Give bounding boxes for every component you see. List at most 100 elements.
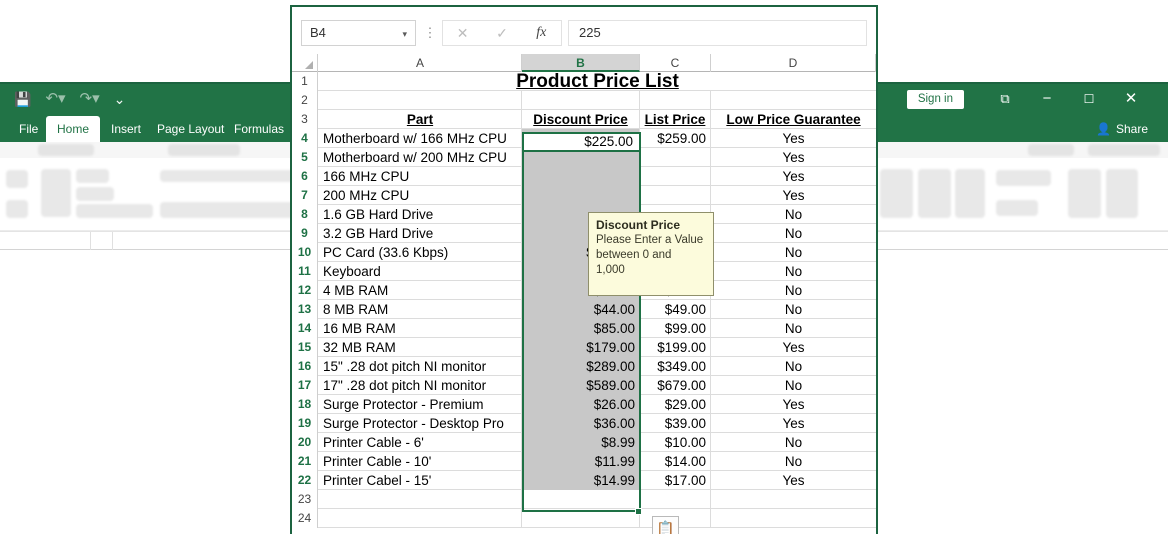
cell-list-price[interactable]: $29.00 (640, 395, 711, 414)
cell-part[interactable]: 200 MHz CPU (319, 186, 522, 205)
cell-list-price[interactable] (640, 490, 711, 509)
grid-cell[interactable] (319, 91, 522, 110)
cell-discount-price[interactable]: $11.99 (522, 452, 640, 471)
cell-discount-price[interactable] (522, 509, 640, 528)
cell-part[interactable]: 15" .28 dot pitch NI monitor (319, 357, 522, 376)
tab-page-layout[interactable]: Page Layout (146, 116, 235, 142)
cell-low-price-guarantee[interactable]: No (711, 224, 876, 243)
cell-low-price-guarantee[interactable] (711, 509, 876, 528)
cell-list-price[interactable]: $259.00 (640, 129, 711, 148)
cell-part[interactable] (319, 490, 522, 509)
ribbon-button[interactable] (6, 170, 28, 188)
row-header[interactable]: 11 (292, 262, 318, 281)
share-button[interactable]: 👤 Share (1096, 120, 1148, 138)
grid-cell[interactable] (711, 91, 876, 110)
ribbon-button[interactable] (996, 200, 1038, 216)
tab-insert[interactable]: Insert (100, 116, 152, 142)
cell-part[interactable]: 4 MB RAM (319, 281, 522, 300)
row-header[interactable]: 19 (292, 414, 318, 433)
cell-list-price[interactable]: $14.00 (640, 452, 711, 471)
cell-list-price[interactable]: $679.00 (640, 376, 711, 395)
cell-low-price-guarantee[interactable]: Yes (711, 186, 876, 205)
ribbon-button[interactable] (76, 204, 153, 218)
cell-part[interactable]: Printer Cable - 10' (319, 452, 522, 471)
row-header[interactable]: 17 (292, 376, 318, 395)
grid-cell[interactable] (640, 91, 711, 110)
row-header[interactable]: 10 (292, 243, 318, 262)
row-header[interactable]: 14 (292, 319, 318, 338)
insert-function-icon[interactable]: fx (522, 21, 561, 45)
column-label-low-price-guarantee[interactable]: Low Price Guarantee (711, 110, 876, 129)
ribbon-button[interactable] (918, 169, 951, 218)
ribbon-button[interactable] (1068, 169, 1101, 218)
cell-discount-price[interactable]: $8.99 (522, 433, 640, 452)
cell-low-price-guarantee[interactable]: No (711, 243, 876, 262)
cell-list-price[interactable]: $349.00 (640, 357, 711, 376)
fill-handle[interactable] (635, 508, 642, 515)
row-header[interactable]: 8 (292, 205, 318, 224)
cell-list-price[interactable]: $49.00 (640, 300, 711, 319)
row-header[interactable]: 6 (292, 167, 318, 186)
cell-low-price-guarantee[interactable]: Yes (711, 148, 876, 167)
cell-part[interactable]: Surge Protector - Premium (319, 395, 522, 414)
cell-low-price-guarantee[interactable]: No (711, 281, 876, 300)
cell-part[interactable]: Keyboard (319, 262, 522, 281)
customize-qat-icon[interactable]: ⌄ (114, 90, 126, 108)
row-header[interactable]: 9 (292, 224, 318, 243)
cell-low-price-guarantee[interactable]: No (711, 300, 876, 319)
row-header[interactable]: 12 (292, 281, 318, 300)
cell-list-price[interactable]: $199.00 (640, 338, 711, 357)
cell-low-price-guarantee[interactable]: No (711, 319, 876, 338)
row-header[interactable]: 4 (292, 129, 318, 148)
column-header-a[interactable]: A (319, 54, 522, 72)
ribbon-button[interactable] (160, 202, 294, 218)
cell-low-price-guarantee[interactable]: No (711, 205, 876, 224)
cell-low-price-guarantee[interactable]: No (711, 262, 876, 281)
cell-list-price[interactable]: $10.00 (640, 433, 711, 452)
cell-part[interactable]: Printer Cabel - 15' (319, 471, 522, 490)
row-header[interactable]: 21 (292, 452, 318, 471)
cell-part[interactable]: PC Card (33.6 Kbps) (319, 243, 522, 262)
sheet-title[interactable]: Product Price List (319, 72, 876, 91)
cell-low-price-guarantee[interactable] (711, 490, 876, 509)
row-header[interactable]: 24 (292, 509, 318, 528)
cell-part[interactable]: 8 MB RAM (319, 300, 522, 319)
ribbon-button[interactable] (160, 170, 294, 182)
select-all-corner[interactable] (292, 54, 318, 72)
grid-cell[interactable] (522, 91, 640, 110)
ribbon-button[interactable] (880, 169, 913, 218)
cell-discount-price[interactable] (522, 186, 640, 205)
save-icon[interactable]: 💾 (14, 90, 31, 108)
cell-discount-price[interactable]: $85.00 (522, 319, 640, 338)
cell-low-price-guarantee[interactable]: Yes (711, 338, 876, 357)
cell-list-price[interactable]: $39.00 (640, 414, 711, 433)
cell-discount-price[interactable] (522, 167, 640, 186)
cell-low-price-guarantee[interactable]: Yes (711, 395, 876, 414)
row-header[interactable]: 16 (292, 357, 318, 376)
cancel-icon[interactable]: ✕ (443, 21, 482, 45)
row-header[interactable]: 15 (292, 338, 318, 357)
row-header[interactable]: 2 (292, 91, 318, 110)
cell-part[interactable]: 3.2 GB Hard Drive (319, 224, 522, 243)
column-header-b[interactable]: B (522, 54, 640, 72)
tab-file[interactable]: File (8, 116, 49, 142)
cell-discount-price[interactable]: $289.00 (522, 357, 640, 376)
cell-part[interactable]: 166 MHz CPU (319, 167, 522, 186)
column-header-c[interactable]: C (640, 54, 711, 72)
cell-part[interactable]: 17" .28 dot pitch NI monitor (319, 376, 522, 395)
cell-low-price-guarantee[interactable]: Yes (711, 414, 876, 433)
row-header[interactable]: 13 (292, 300, 318, 319)
row-header[interactable]: 7 (292, 186, 318, 205)
cell-part[interactable]: 32 MB RAM (319, 338, 522, 357)
quick-access-toolbar[interactable]: 💾 ↶​▾ ↷​▾ ⌄ (14, 90, 125, 108)
ribbon-button[interactable] (76, 187, 114, 201)
tab-home[interactable]: Home (46, 116, 101, 142)
ribbon-button[interactable] (6, 200, 28, 218)
cell-low-price-guarantee[interactable]: Yes (711, 129, 876, 148)
chevron-down-icon[interactable]: ▾ (402, 21, 407, 47)
cell-part[interactable]: Motherboard w/ 166 MHz CPU (319, 129, 522, 148)
row-header[interactable]: 5 (292, 148, 318, 167)
cell-discount-price[interactable]: $26.00 (522, 395, 640, 414)
ribbon-button[interactable] (996, 170, 1051, 186)
cell-list-price[interactable]: $17.00 (640, 471, 711, 490)
